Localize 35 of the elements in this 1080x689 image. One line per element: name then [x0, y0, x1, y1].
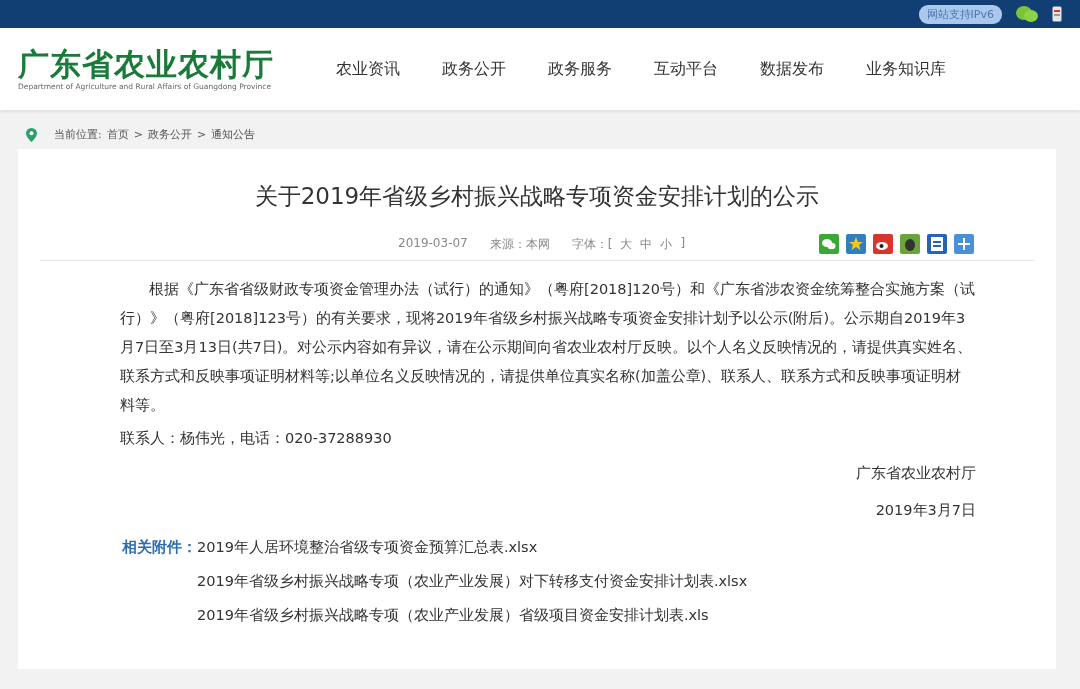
font-size-link[interactable]: 中	[640, 235, 653, 253]
breadcrumb-label: 当前位置:	[54, 127, 102, 142]
publish-date: 2019-03-07	[398, 235, 468, 252]
site-logo-title[interactable]: 广东省农业农村厅	[18, 47, 318, 82]
nav-link[interactable]: 政务服务	[548, 58, 612, 80]
attachment-link[interactable]: 2019年人居环境整治省级专项资金预算汇总表.xlsx	[197, 533, 748, 562]
article-source: 来源：本网	[489, 235, 550, 253]
article-title: 关于2019年省级乡村振兴战略专项资金安排计划的公示	[253, 182, 821, 211]
signature-date: 2019年3月7日	[874, 501, 976, 520]
chat-bubbles-icon[interactable]	[1016, 5, 1038, 23]
attachment-link[interactable]: 2019年省级乡村振兴战略专项（农业产业发展）对下转移支付资金安排计划表.xlsx	[197, 567, 748, 596]
signature-org: 广东省农业农村厅	[855, 464, 976, 483]
font-size-bracket: ]	[680, 235, 686, 252]
nav-link[interactable]: 政务公开	[442, 58, 506, 80]
chat-bubbles-icon[interactable]	[819, 234, 839, 254]
phone-icon[interactable]	[1052, 6, 1062, 22]
font-size-link[interactable]: 小	[660, 235, 673, 253]
location-pin-icon	[26, 127, 37, 142]
nav-link[interactable]: 互动平台	[654, 58, 718, 80]
contact-info: 联系人：杨伟光，电话：020-37288930	[120, 429, 393, 448]
nav-link[interactable]: 数据发布	[760, 58, 824, 80]
note-icon[interactable]	[927, 234, 947, 254]
breadcrumb-link[interactable]: 政务公开	[147, 127, 192, 142]
font-size-link[interactable]: 大	[620, 235, 633, 253]
breadcrumb-separator: >	[196, 128, 207, 141]
breadcrumb-separator: >	[133, 128, 143, 141]
plus-icon[interactable]	[954, 234, 974, 254]
breadcrumb-link[interactable]: 首页	[106, 127, 129, 142]
font-size-label: 字体：[	[571, 235, 613, 253]
breadcrumb-link[interactable]: 通知公告	[211, 127, 256, 142]
article-paragraph: 根据《广东省省级财政专项资金管理办法（试行）的通知》（粤府[2018]120号）和《广东省涉农资金统筹整合实施方案（试行）》（粤府[2018]123号）的有关要求，现将2019年省级乡村振兴战略专项资金安排计划予以公示(附后)。公示期自2019年3月7日至3月13日(共7日)。对公示内容如有异议，请在公示期间向省农业农村厅反映。以个人名义反映情况的，请提供真实姓名、联系方式和反映事项证明材料等;以单位名义反映情况的，请提供单位真实名称(加盖公章)、联系人、联系方式和反映事项证明材料等。	[120, 280, 976, 415]
attachment-link[interactable]: 2019年省级乡村振兴战略专项（农业产业发展）省级项目资金安排计划表.xls	[197, 601, 748, 630]
attachments-label: 相关附件：	[122, 538, 197, 557]
nav-link[interactable]: 农业资讯	[336, 58, 400, 80]
nav-link[interactable]: 业务知识库	[866, 58, 946, 80]
